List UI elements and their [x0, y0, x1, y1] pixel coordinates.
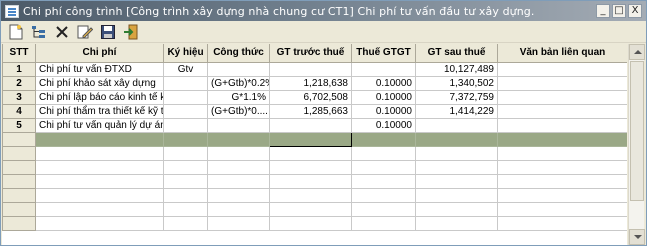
minimize-button[interactable]: _	[596, 4, 610, 18]
cell-gt-truoc-thue-focused[interactable]	[269, 131, 352, 147]
scroll-up-button[interactable]	[629, 44, 645, 60]
cost-window: Chi phí công trình [Công trình xây dựng …	[0, 0, 647, 246]
scroll-thumb[interactable]	[630, 61, 644, 201]
row-number[interactable]: 2	[2, 75, 36, 91]
empty-row[interactable]	[2, 145, 627, 161]
table-row[interactable]: 3 Chi phí lập báo cáo kinh tế kỹ... G*1.…	[2, 89, 627, 105]
window-controls: _ □ X	[596, 4, 642, 18]
empty-row[interactable]	[2, 173, 627, 189]
cell-thue-gtgt[interactable]: 0.10000	[351, 89, 416, 105]
column-header-gt-sau-thue[interactable]: GT sau thuế	[415, 44, 498, 63]
cell-cong-thuc[interactable]: (G+Gtb)*0....	[207, 103, 270, 119]
column-header-cong-thuc[interactable]: Công thức	[207, 44, 270, 63]
empty-row[interactable]	[2, 201, 627, 217]
cell-chi-phi[interactable]: Chi phí khảo sát xây dựng	[35, 75, 164, 91]
cell-thue-gtgt[interactable]: 0.10000	[351, 117, 416, 133]
scroll-down-button[interactable]	[629, 229, 645, 245]
column-header-gt-truoc-thue[interactable]: GT trước thuế	[269, 44, 352, 63]
empty-row[interactable]	[2, 159, 627, 175]
maximize-button[interactable]: □	[612, 4, 626, 18]
window-title: Chi phí công trình [Công trình xây dựng …	[23, 4, 535, 18]
cell-gt-truoc-thue[interactable]	[269, 61, 352, 77]
cell-thue-gtgt[interactable]	[351, 131, 416, 147]
cell-ky-hieu[interactable]	[163, 117, 208, 133]
table-row[interactable]: 2 Chi phí khảo sát xây dựng (G+Gtb)*0.2%…	[2, 75, 627, 91]
cell-van-ban[interactable]	[497, 61, 627, 77]
cell-thue-gtgt[interactable]: 0.10000	[351, 103, 416, 119]
cell-van-ban[interactable]	[497, 75, 627, 91]
delete-icon[interactable]	[53, 23, 71, 41]
cell-chi-phi[interactable]: Chi phí tư vấn ĐTXD	[35, 61, 164, 77]
column-header-stt[interactable]: STT	[2, 44, 36, 63]
cell-ky-hieu[interactable]: Gtv	[163, 61, 208, 77]
row-number[interactable]	[2, 131, 36, 147]
table-row[interactable]: 4 Chi phí thẩm tra thiết kế kỹ t... (G+G…	[2, 103, 627, 119]
row-number[interactable]: 3	[2, 89, 36, 105]
cell-chi-phi[interactable]	[35, 131, 164, 147]
cell-gt-sau-thue[interactable]: 1,340,502	[415, 75, 498, 91]
save-icon[interactable]	[99, 23, 117, 41]
row-number[interactable]: 4	[2, 103, 36, 119]
cell-van-ban[interactable]	[497, 89, 627, 105]
exit-icon[interactable]	[122, 23, 140, 41]
cell-cong-thuc[interactable]	[207, 61, 270, 77]
cell-gt-sau-thue[interactable]	[415, 117, 498, 133]
cell-gt-truoc-thue[interactable]	[269, 117, 352, 133]
cell-cong-thuc[interactable]	[207, 131, 270, 147]
cell-gt-truoc-thue[interactable]: 6,702,508	[269, 89, 352, 105]
cell-chi-phi[interactable]: Chi phí lập báo cáo kinh tế kỹ...	[35, 89, 164, 105]
column-header-chi-phi[interactable]: Chi phí	[35, 44, 164, 63]
table-row[interactable]: 1 Chi phí tư vấn ĐTXD Gtv 10,127,489	[2, 61, 627, 77]
cell-cong-thuc[interactable]: G*1.1%	[207, 89, 270, 105]
cell-thue-gtgt[interactable]	[351, 61, 416, 77]
cell-thue-gtgt[interactable]: 0.10000	[351, 75, 416, 91]
window-icon	[5, 4, 19, 18]
empty-row[interactable]	[2, 215, 627, 231]
empty-row[interactable]	[2, 187, 627, 203]
cell-gt-sau-thue[interactable]	[415, 131, 498, 147]
title-bar[interactable]: Chi phí công trình [Công trình xây dựng …	[1, 1, 646, 21]
edit-icon[interactable]	[76, 23, 94, 41]
cell-cong-thuc[interactable]: (G+Gtb)*0.2%	[207, 75, 270, 91]
new-document-icon[interactable]	[7, 23, 25, 41]
cell-chi-phi[interactable]: Chi phí tư vấn quản lý dự án	[35, 117, 164, 133]
cell-ky-hieu[interactable]	[163, 131, 208, 147]
cell-gt-truoc-thue[interactable]: 1,218,638	[269, 75, 352, 91]
column-header-van-ban[interactable]: Văn bản liên quan	[497, 44, 627, 63]
cell-gt-sau-thue[interactable]: 7,372,759	[415, 89, 498, 105]
cell-gt-truoc-thue[interactable]: 1,285,663	[269, 103, 352, 119]
column-header-thue-gtgt[interactable]: Thuế GTGT	[351, 44, 416, 63]
table-row[interactable]: 5 Chi phí tư vấn quản lý dự án 0.10000	[2, 117, 627, 133]
toolbar	[1, 21, 646, 43]
cell-gt-sau-thue[interactable]: 10,127,489	[415, 61, 498, 77]
cell-ky-hieu[interactable]	[163, 75, 208, 91]
close-button[interactable]: X	[628, 4, 642, 18]
cell-van-ban[interactable]	[497, 131, 627, 147]
cost-grid: STT Chi phí Ký hiệu Công thức GT trước t…	[2, 44, 627, 245]
row-number[interactable]: 5	[2, 117, 36, 133]
new-row-selected[interactable]	[2, 131, 627, 147]
row-number[interactable]: 1	[2, 61, 36, 77]
cell-ky-hieu[interactable]	[163, 89, 208, 105]
cell-gt-sau-thue[interactable]: 1,414,229	[415, 103, 498, 119]
cell-van-ban[interactable]	[497, 103, 627, 119]
grid-header-row: STT Chi phí Ký hiệu Công thức GT trước t…	[2, 44, 627, 63]
vertical-scrollbar[interactable]	[628, 44, 645, 245]
cell-van-ban[interactable]	[497, 117, 627, 133]
cell-cong-thuc[interactable]	[207, 117, 270, 133]
tree-structure-icon[interactable]	[30, 23, 48, 41]
cell-ky-hieu[interactable]	[163, 103, 208, 119]
cell-chi-phi[interactable]: Chi phí thẩm tra thiết kế kỹ t...	[35, 103, 164, 119]
column-header-ky-hieu[interactable]: Ký hiệu	[163, 44, 208, 63]
